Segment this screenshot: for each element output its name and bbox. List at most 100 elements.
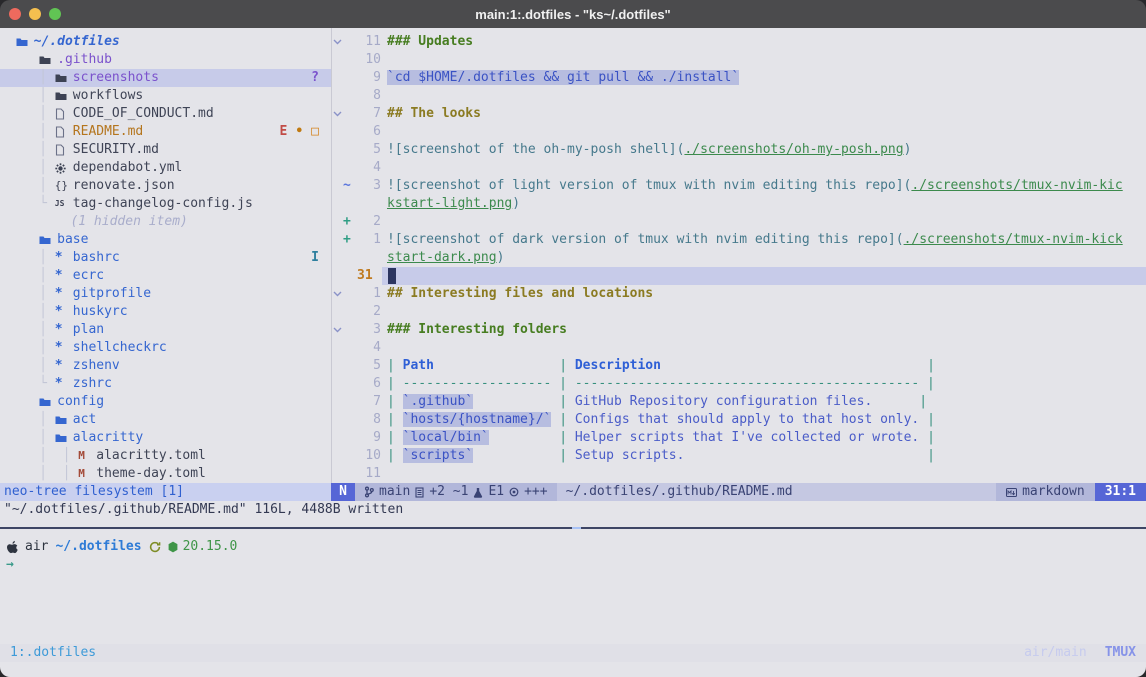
- editor-line[interactable]: 9| `local/bin` | Helper scripts that I'v…: [332, 429, 1146, 447]
- editor-line[interactable]: 31: [332, 267, 1146, 285]
- tree-item-.github[interactable]: .github: [0, 51, 331, 69]
- editor-line-text: [381, 159, 1146, 177]
- tree-item-ecrc[interactable]: │ *ecrc: [0, 267, 331, 285]
- tree-item-alacritty.toml[interactable]: │ │ Malacritty.toml: [0, 447, 331, 465]
- minimize-button[interactable]: [29, 8, 41, 20]
- editor-line[interactable]: 6| ------------------- | ---------------…: [332, 375, 1146, 393]
- prompt-arrow[interactable]: →: [6, 556, 14, 574]
- fold-column: [332, 357, 343, 375]
- tree-indent-guide: [0, 213, 70, 231]
- tree-indent-guide: │: [0, 321, 55, 339]
- tree-item-zshrc[interactable]: └ *zshrc: [0, 375, 331, 393]
- editor-line[interactable]: 6: [332, 123, 1146, 141]
- editor-line[interactable]: 4: [332, 159, 1146, 177]
- buffer-icon: [415, 487, 424, 498]
- tree-item-screenshots[interactable]: │ screenshots?: [0, 69, 331, 87]
- apple-icon: [6, 540, 18, 554]
- tree-item-act[interactable]: │ act: [0, 411, 331, 429]
- syntax-segment: Configs that should apply to that host o…: [575, 412, 919, 427]
- tree-indent-guide: [0, 393, 39, 411]
- editor-line[interactable]: ~3![screenshot of light version of tmux …: [332, 177, 1146, 195]
- editor-line[interactable]: 8: [332, 87, 1146, 105]
- editor-line[interactable]: +2: [332, 213, 1146, 231]
- prompt-host: air: [25, 538, 48, 556]
- tree-item--.dotfiles[interactable]: ~/.dotfiles: [0, 33, 331, 51]
- editor-line[interactable]: 2: [332, 303, 1146, 321]
- tree-item-security.md[interactable]: │ SECURITY.md: [0, 141, 331, 159]
- tree-item-config[interactable]: config: [0, 393, 331, 411]
- fold-column: [332, 87, 343, 105]
- tree-item-tag-changelog-config.js[interactable]: └ JStag-changelog-config.js: [0, 195, 331, 213]
- editor-pane[interactable]: 11### Updates 10 9`cd $HOME/.dotfiles &&…: [332, 33, 1146, 483]
- maximize-button[interactable]: [49, 8, 61, 20]
- tree-item-label: renovate.json: [73, 177, 175, 195]
- tree-item-renovate.json[interactable]: │ {}renovate.json: [0, 177, 331, 195]
- editor-line[interactable]: 8| `hosts/{hostname}/` | Configs that sh…: [332, 411, 1146, 429]
- tree-item-workflows[interactable]: │ workflows: [0, 87, 331, 105]
- neotree-panel[interactable]: ~/.dotfiles .github │ screenshots? │ wor…: [0, 33, 331, 483]
- sign-column: [343, 339, 356, 357]
- editor-line[interactable]: kstart-light.png): [332, 195, 1146, 213]
- diagnostics-count: E1: [488, 483, 504, 501]
- editor-line[interactable]: 5![screenshot of the oh-my-posh shell](.…: [332, 141, 1146, 159]
- tmux-pane-border[interactable]: [0, 527, 1146, 529]
- fold-chevron-icon[interactable]: [332, 105, 343, 123]
- line-number: 5: [356, 357, 381, 375]
- editor-line-text: [381, 51, 1146, 69]
- tree-item-code-of-conduct.md[interactable]: │ CODE_OF_CONDUCT.md: [0, 105, 331, 123]
- editor-line[interactable]: 11: [332, 465, 1146, 483]
- close-button[interactable]: [9, 8, 21, 20]
- statusline-filetype-segment: markdown: [996, 483, 1095, 501]
- tree-item-label: workflows: [73, 87, 143, 105]
- editor-line[interactable]: +1![screenshot of dark version of tmux w…: [332, 231, 1146, 249]
- tree-item-bashrc[interactable]: │ *bashrcI: [0, 249, 331, 267]
- tree-indent-guide: [0, 51, 39, 69]
- tree-item--1-hidden-item-[interactable]: (1 hidden item): [0, 213, 331, 231]
- tree-indent-guide: │ │: [0, 465, 78, 483]
- editor-line[interactable]: 3### Interesting folders: [332, 321, 1146, 339]
- syntax-segment: |: [387, 448, 403, 463]
- editor-line-text: ### Interesting folders: [381, 321, 1146, 339]
- tree-item-base[interactable]: base: [0, 231, 331, 249]
- tmux-window-label[interactable]: 1:.dotfiles: [10, 644, 96, 662]
- tree-item-plan[interactable]: │ *plan: [0, 321, 331, 339]
- tree-item-zshenv[interactable]: │ *zshenv: [0, 357, 331, 375]
- terminal-content: ~/.dotfiles .github │ screenshots? │ wor…: [0, 28, 1146, 677]
- fold-chevron-icon[interactable]: [332, 321, 343, 339]
- tree-item-dependabot.yml[interactable]: │ dependabot.yml: [0, 159, 331, 177]
- fold-chevron-icon[interactable]: [332, 285, 343, 303]
- editor-line[interactable]: 11### Updates: [332, 33, 1146, 51]
- editor-line[interactable]: 10: [332, 51, 1146, 69]
- editor-line[interactable]: 1## Interesting files and locations: [332, 285, 1146, 303]
- tree-item-alacritty[interactable]: │ alacritty: [0, 429, 331, 447]
- tree-item-theme-day.toml[interactable]: │ │ Mtheme-day.toml: [0, 465, 331, 483]
- editor-line[interactable]: 9`cd $HOME/.dotfiles && git pull && ./in…: [332, 69, 1146, 87]
- editor-line[interactable]: 7| `.github` | GitHub Repository configu…: [332, 393, 1146, 411]
- tree-item-shellcheckrc[interactable]: │ *shellcheckrc: [0, 339, 331, 357]
- editor-line[interactable]: 10| `scripts` | Setup scripts. |: [332, 447, 1146, 465]
- syntax-segment: |: [919, 394, 927, 409]
- tree-item-huskyrc[interactable]: │ *huskyrc: [0, 303, 331, 321]
- folder-icon: [39, 235, 54, 245]
- folder-icon: [55, 91, 70, 101]
- editor-line[interactable]: 5| Path | Description |: [332, 357, 1146, 375]
- tree-item-readme.md[interactable]: │ README.mdE•□: [0, 123, 331, 141]
- editor-line-text: | Path | Description |: [381, 357, 1146, 375]
- editor-line-text: ## Interesting files and locations: [381, 285, 1146, 303]
- titlebar[interactable]: main:1:.dotfiles - "ks~/.dotfiles": [0, 0, 1146, 28]
- tree-item-label: alacritty.toml: [96, 447, 206, 465]
- editor-line[interactable]: start-dark.png): [332, 249, 1146, 267]
- fold-chevron-icon[interactable]: [332, 33, 343, 51]
- editor-line[interactable]: 7## The looks: [332, 105, 1146, 123]
- sign-column: [343, 465, 356, 483]
- star-icon: *: [55, 325, 70, 335]
- fold-column: [332, 411, 343, 429]
- gear-icon: [55, 163, 70, 174]
- editor-line-text: `cd $HOME/.dotfiles && git pull && ./ins…: [381, 69, 1146, 87]
- editor-line[interactable]: 4: [332, 339, 1146, 357]
- line-number: 2: [356, 303, 381, 321]
- traffic-lights: [9, 0, 61, 28]
- tree-item-gitprofile[interactable]: │ *gitprofile: [0, 285, 331, 303]
- syntax-segment: ![screenshot of light version of tmux wi…: [387, 178, 911, 193]
- syntax-segment: [684, 448, 927, 463]
